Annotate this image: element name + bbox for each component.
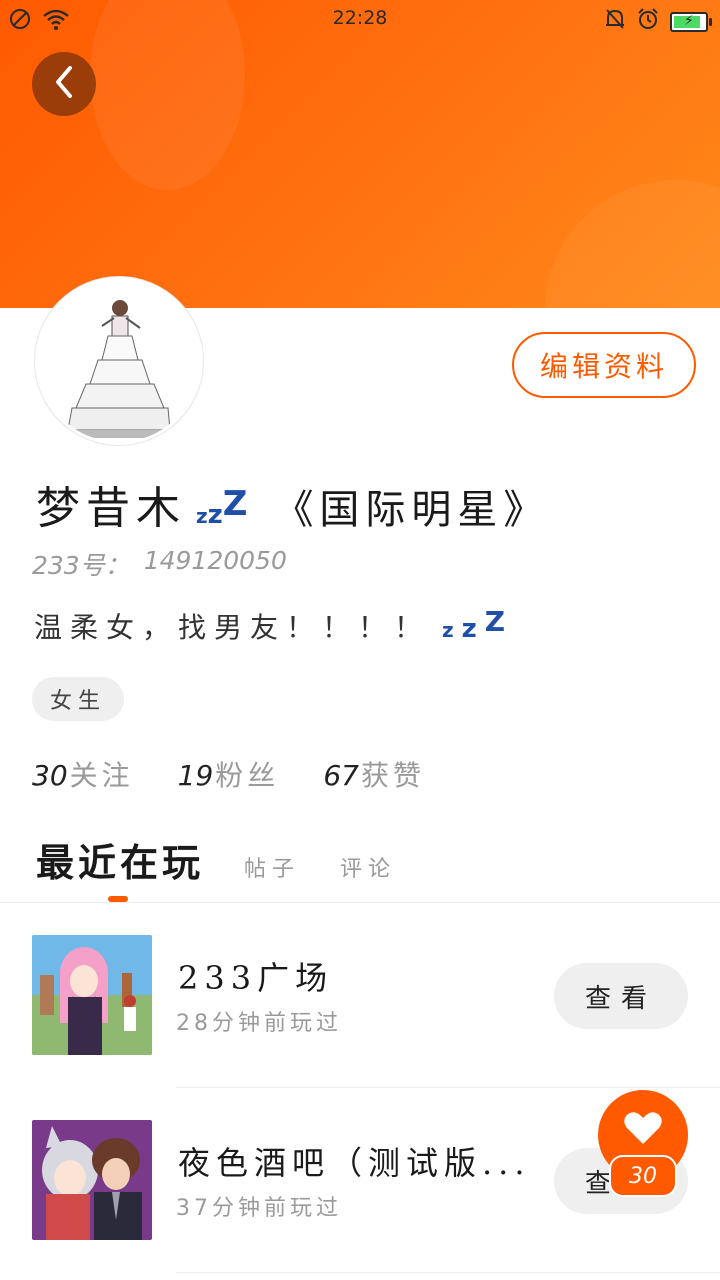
zzz-icon: zzZ [442,605,514,644]
edit-profile-button[interactable]: 编辑资料 [512,332,696,398]
back-button[interactable] [32,52,96,116]
username: 梦昔木 [36,483,186,534]
game-last-played: 28分钟前玩过 [176,1011,342,1036]
tab-posts[interactable]: 帖子 [244,851,300,883]
recent-games-list: 233广场 28分钟前玩过 查看 夜色酒吧（测试版... 37分钟前玩过 查看 [0,903,720,1273]
profile-header-background [0,0,720,308]
zzz-icon: zzZ [196,484,248,530]
game-thumbnail[interactable] [32,1120,152,1240]
battery-charging-icon: ⚡ [670,11,712,32]
divider [176,1272,720,1273]
user-id-value: 149120050 [143,546,287,575]
avatar[interactable] [35,277,203,445]
profile-tabs: 最近在玩 帖子 评论 [36,832,396,902]
stat-followers[interactable]: 19 粉丝 [178,754,280,794]
user-title: 《国际明星》 [273,487,550,533]
game-name: 233广场 [178,959,334,997]
heart-icon [623,1110,663,1150]
alarm-clock-icon [636,7,660,36]
gender-tag: 女生 [32,677,124,721]
stat-likes[interactable]: 67 获赞 [323,754,425,794]
list-item[interactable]: 233广场 28分钟前玩过 查看 [0,903,720,1088]
tab-recently-played[interactable]: 最近在玩 [36,832,204,887]
like-count-badge: 30 [609,1155,677,1197]
user-bio: 温柔女，找男友！！！！ zzZ [34,605,514,646]
profile-name-row: 梦昔木 zzZ 《国际明星》 [36,472,549,536]
bio-text: 温柔女，找男友！！！！ [34,611,431,644]
game-name: 夜色酒吧（测试版... [178,1144,528,1182]
alarm-off-icon [604,7,626,36]
profile-stats: 30 关注 19 粉丝 67 获赞 [32,754,425,794]
tab-comments[interactable]: 评论 [340,851,396,883]
stat-following[interactable]: 30 关注 [32,754,134,794]
game-thumbnail[interactable] [32,935,152,1055]
view-button[interactable]: 查看 [554,963,688,1029]
user-id: 233号： 149120050 [32,546,287,582]
header-decoration [545,180,720,308]
game-last-played: 37分钟前玩过 [176,1196,342,1221]
user-id-label: 233号： [32,551,130,580]
status-bar: 22:28 ⚡ [0,0,720,38]
chevron-left-icon [52,64,76,104]
